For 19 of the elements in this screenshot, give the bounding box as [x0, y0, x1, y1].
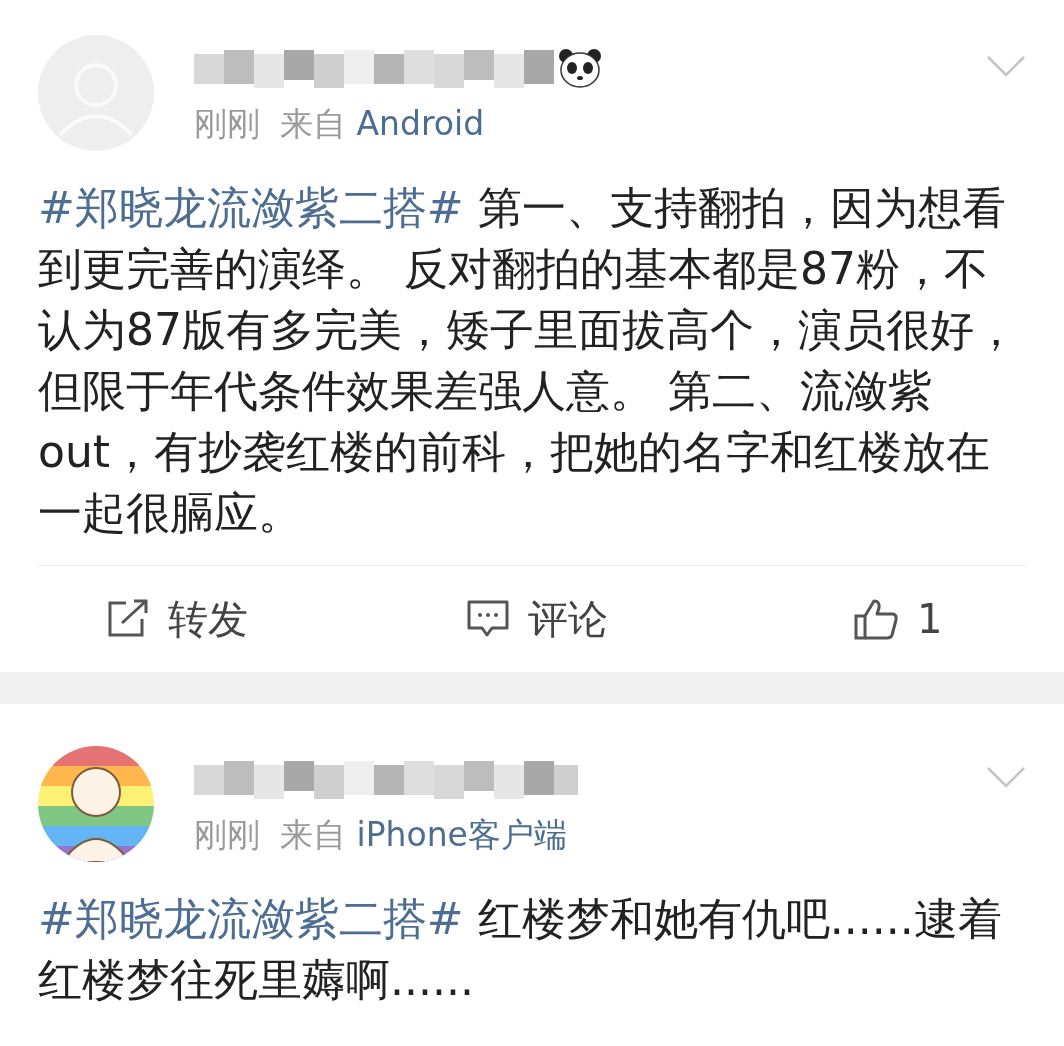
thumbs-up-icon — [853, 598, 899, 640]
like-button[interactable]: 1 — [853, 589, 943, 649]
post-text: #郑晓龙流潋紫二搭# 红楼梦和她有仇吧......逮着红楼梦往死里薅啊...... — [38, 892, 1003, 1007]
source-link[interactable]: Android — [356, 104, 485, 143]
panda-icon — [558, 48, 602, 88]
hashtag-link[interactable]: #郑晓龙流潋紫二搭# — [38, 182, 464, 233]
post-time: 刚刚 — [194, 103, 260, 145]
chevron-down-icon[interactable] — [986, 55, 1026, 77]
post-source: 来自 iPhone客户端 — [280, 814, 567, 856]
share-icon — [106, 599, 150, 639]
comment-icon — [466, 599, 510, 639]
repost-button[interactable]: 转发 — [106, 589, 466, 649]
comment-button[interactable]: 评论 — [466, 589, 853, 649]
post-time: 刚刚 — [194, 814, 260, 856]
post-source: 来自 Android — [280, 103, 485, 145]
post-text: #郑晓龙流潋紫二搭# 第一、支持翻拍，因为想看到更完善的演绎。 反对翻拍的基本都是87粉，不认为87版有多完美，矮子里面拔高个，演员很好，但限于年代条件效果差强人意。 第二、流潋紫out，有抄袭红楼的前科，把她的名字和红楼放在一起很膈应。 — [38, 181, 1019, 540]
source-link[interactable]: iPhone客户端 — [356, 815, 567, 854]
chevron-down-icon[interactable] — [986, 766, 1026, 788]
hashtag-link[interactable]: #郑晓龙流潋紫二搭# — [38, 893, 464, 944]
